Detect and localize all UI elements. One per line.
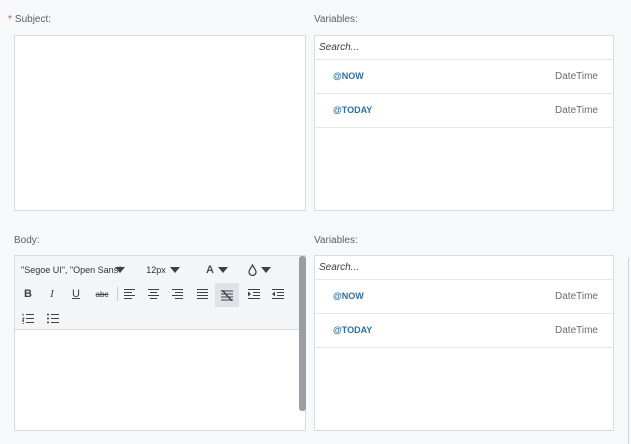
variables-panel-bottom: Search... @NOW DateTime @TODAY DateTime bbox=[314, 255, 614, 431]
align-left-icon bbox=[123, 289, 135, 299]
editor-scrollbar[interactable] bbox=[299, 256, 306, 411]
text-color-button[interactable]: A bbox=[203, 261, 231, 279]
align-right-button[interactable] bbox=[166, 283, 188, 305]
subject-label: * Subject: bbox=[8, 14, 51, 25]
align-left-button[interactable] bbox=[118, 283, 140, 305]
variable-name: @TODAY bbox=[333, 325, 373, 335]
chevron-down-icon bbox=[115, 267, 126, 273]
outdent-button[interactable] bbox=[267, 283, 289, 305]
justify-icon bbox=[196, 289, 208, 299]
italic-button[interactable]: I bbox=[41, 283, 63, 305]
variable-type: DateTime bbox=[555, 325, 598, 336]
chevron-down-icon bbox=[169, 267, 180, 273]
variables-label-bottom: Variables: bbox=[314, 235, 358, 246]
variable-row-now[interactable]: @NOW DateTime bbox=[315, 60, 613, 94]
body-content-area[interactable] bbox=[15, 331, 299, 430]
align-center-button[interactable] bbox=[142, 283, 164, 305]
page-edge-divider bbox=[628, 258, 629, 444]
body-label: Body: bbox=[14, 235, 40, 246]
variable-row-now[interactable]: @NOW DateTime bbox=[315, 280, 613, 314]
variables-label-top: Variables: bbox=[314, 14, 358, 25]
font-size-value: 12px bbox=[146, 265, 166, 275]
subject-input[interactable] bbox=[14, 35, 306, 211]
variables-search-input[interactable]: Search... bbox=[315, 36, 613, 60]
variable-type: DateTime bbox=[555, 71, 598, 82]
indent-button[interactable] bbox=[243, 283, 265, 305]
variables-search-input[interactable]: Search... bbox=[315, 256, 613, 280]
clear-formatting-button[interactable] bbox=[215, 283, 239, 307]
variable-type: DateTime bbox=[555, 291, 598, 302]
text-color-icon: A bbox=[206, 264, 214, 276]
font-family-select[interactable]: "Segoe UI", "Open Sans" bbox=[21, 261, 133, 279]
font-size-select[interactable]: 12px bbox=[143, 261, 183, 279]
align-right-icon bbox=[171, 289, 183, 299]
underline-button[interactable]: U bbox=[65, 283, 87, 305]
background-color-button[interactable] bbox=[245, 261, 273, 279]
variable-name: @NOW bbox=[333, 71, 364, 81]
required-mark: * bbox=[8, 14, 12, 25]
indent-icon bbox=[248, 289, 260, 299]
editor-toolbar: "Segoe UI", "Open Sans" 12px A B I U abc bbox=[15, 256, 300, 330]
clear-format-icon bbox=[221, 289, 233, 301]
align-center-icon bbox=[147, 289, 159, 299]
droplet-icon bbox=[247, 264, 257, 276]
strikethrough-button[interactable]: abc bbox=[91, 283, 113, 305]
outdent-icon bbox=[272, 289, 284, 299]
strikethrough-icon: abc bbox=[95, 289, 109, 299]
bold-button[interactable]: B bbox=[17, 283, 39, 305]
ordered-list-icon bbox=[22, 313, 34, 324]
unordered-list-button[interactable] bbox=[42, 307, 64, 329]
justify-button[interactable] bbox=[191, 283, 213, 305]
font-family-value: "Segoe UI", "Open Sans" bbox=[21, 265, 122, 275]
subject-label-text: Subject: bbox=[14, 14, 52, 25]
body-editor: "Segoe UI", "Open Sans" 12px A B I U abc bbox=[14, 255, 306, 431]
variable-row-today[interactable]: @TODAY DateTime bbox=[315, 94, 613, 128]
ordered-list-button[interactable] bbox=[17, 307, 39, 329]
variable-name: @NOW bbox=[333, 291, 364, 301]
chevron-down-icon bbox=[217, 267, 228, 273]
chevron-down-icon bbox=[260, 267, 271, 273]
variable-row-today[interactable]: @TODAY DateTime bbox=[315, 314, 613, 348]
variable-name: @TODAY bbox=[333, 105, 373, 115]
variables-panel-top: Search... @NOW DateTime @TODAY DateTime bbox=[314, 35, 614, 211]
variable-type: DateTime bbox=[555, 105, 598, 116]
bullet-list-icon bbox=[47, 313, 59, 323]
